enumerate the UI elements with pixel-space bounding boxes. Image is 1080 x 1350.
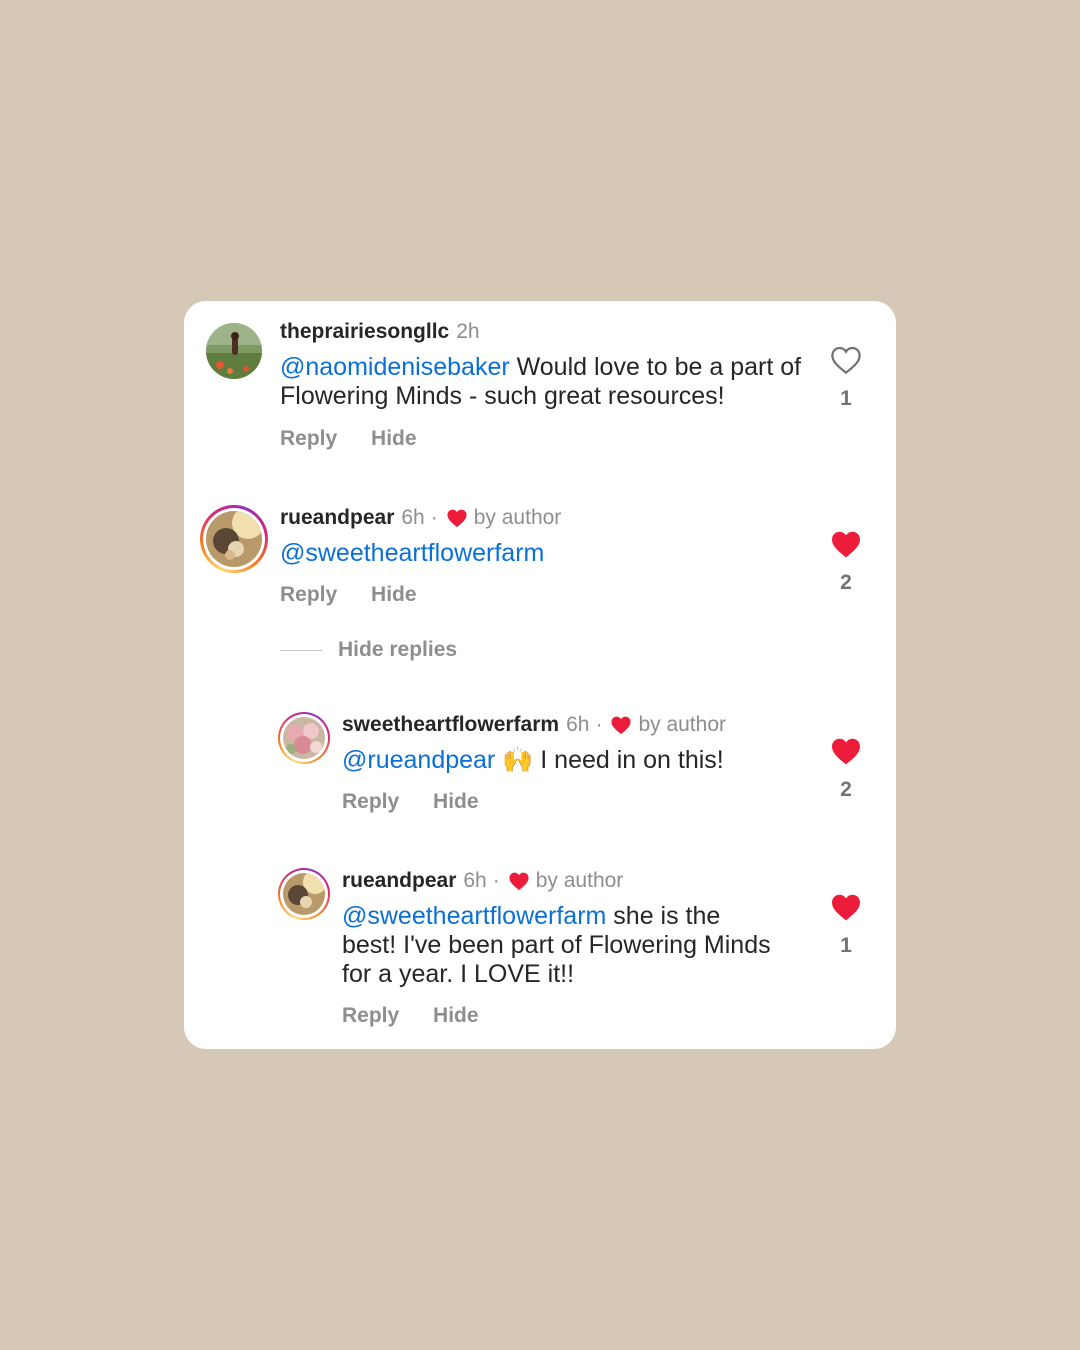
- hide-replies-toggle[interactable]: Hide replies: [280, 638, 457, 662]
- hide-replies-label: Hide replies: [338, 638, 458, 661]
- separator-dot: ·: [492, 869, 500, 892]
- username[interactable]: rueandpear: [280, 506, 394, 530]
- reply-button[interactable]: Reply: [280, 583, 337, 606]
- mention-link[interactable]: @naomidenisebaker: [280, 353, 510, 381]
- reply-button[interactable]: Reply: [342, 790, 399, 813]
- mention-link[interactable]: @sweetheartflowerfarm: [342, 902, 606, 930]
- avatar: [283, 717, 325, 759]
- mention-link[interactable]: @sweetheartflowerfarm: [280, 539, 544, 567]
- by-author-label: by author: [473, 506, 562, 529]
- comment-meta: rueandpear 6h · by author: [280, 506, 561, 530]
- author-heart-icon: [611, 716, 631, 735]
- hide-button[interactable]: Hide: [433, 790, 479, 813]
- reply-button[interactable]: Reply: [280, 427, 337, 450]
- like-button[interactable]: 1: [826, 892, 866, 958]
- username[interactable]: sweetheartflowerfarm: [342, 713, 559, 737]
- separator-dot: ·: [430, 506, 438, 529]
- story-ring[interactable]: [200, 505, 268, 573]
- comment-actions: Reply Hide: [280, 427, 445, 451]
- separator-dot: ·: [595, 713, 603, 736]
- timestamp: 6h: [401, 506, 425, 529]
- comments-card: theprairiesongllc 2h @naomidenisebaker W…: [184, 301, 896, 1049]
- avatar: [206, 511, 262, 567]
- timestamp: 2h: [456, 320, 480, 343]
- comment-meta: rueandpear 6h · by author: [342, 869, 623, 893]
- like-button[interactable]: 2: [826, 736, 866, 802]
- comment-actions: Reply Hide: [342, 790, 507, 814]
- heart-filled-icon: [832, 894, 860, 921]
- heart-outline-icon: [831, 346, 861, 375]
- divider-line: [280, 649, 322, 651]
- comment-text: @naomidenisebaker Would love to be a par…: [280, 353, 810, 411]
- author-heart-icon: [447, 509, 467, 528]
- like-count: 2: [840, 778, 852, 801]
- timestamp: 6h: [566, 713, 590, 736]
- reply-button[interactable]: Reply: [342, 1004, 399, 1027]
- comment-text: @rueandpear 🙌 I need in on this!: [342, 746, 812, 775]
- comment-meta: sweetheartflowerfarm 6h · by author: [342, 713, 726, 737]
- like-count: 1: [840, 387, 852, 410]
- hide-button[interactable]: Hide: [371, 583, 417, 606]
- comment-meta: theprairiesongllc 2h: [280, 320, 480, 344]
- avatar: [283, 873, 325, 915]
- username[interactable]: rueandpear: [342, 869, 456, 893]
- heart-filled-icon: [832, 738, 860, 765]
- hide-button[interactable]: Hide: [371, 427, 417, 450]
- hide-button[interactable]: Hide: [433, 1004, 479, 1027]
- like-count: 1: [840, 934, 852, 957]
- timestamp: 6h: [463, 869, 487, 892]
- story-ring[interactable]: [278, 868, 330, 920]
- comment-actions: Reply Hide: [342, 1004, 507, 1028]
- comment-actions: Reply Hide: [280, 583, 445, 607]
- username[interactable]: theprairiesongllc: [280, 320, 449, 344]
- comment-text: @sweetheartflowerfarm: [280, 539, 810, 568]
- by-author-label: by author: [638, 713, 726, 736]
- by-author-label: by author: [535, 869, 624, 892]
- like-count: 2: [840, 571, 852, 594]
- like-button[interactable]: 1: [826, 345, 866, 411]
- comment-text: @sweetheartflowerfarm she is the best! I…: [342, 902, 772, 989]
- author-heart-icon: [509, 872, 529, 891]
- story-ring[interactable]: [278, 712, 330, 764]
- heart-filled-icon: [832, 531, 860, 558]
- mention-link[interactable]: @rueandpear: [342, 746, 495, 774]
- avatar[interactable]: [206, 323, 262, 379]
- like-button[interactable]: 2: [826, 529, 866, 595]
- comment-body: 🙌 I need in on this!: [495, 746, 724, 774]
